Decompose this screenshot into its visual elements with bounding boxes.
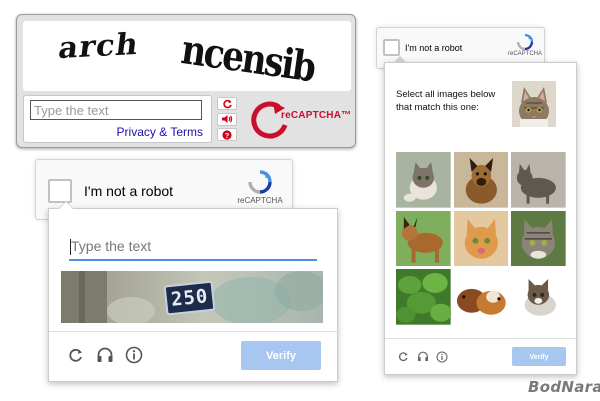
refresh-icon (222, 99, 232, 108)
refresh-button[interactable] (217, 97, 237, 110)
image-tile-guinea-pigs[interactable] (453, 269, 509, 325)
example-cat-image (512, 81, 556, 127)
recaptcha-brand: reCAPTCHA (507, 33, 543, 57)
reload-icon (69, 348, 82, 362)
reload-icon (398, 352, 408, 362)
recaptcha-logo-icon (248, 170, 272, 194)
verify-button[interactable]: Verify (512, 347, 566, 366)
dog-icon (396, 210, 451, 267)
image-tile-cat[interactable] (511, 152, 566, 208)
image-tile-cat[interactable] (396, 152, 451, 208)
image-tile-plant[interactable] (396, 269, 451, 325)
street-number-image: 250 (61, 271, 323, 323)
plant-icon (396, 269, 451, 325)
guinea-pig-icon (453, 269, 509, 325)
headphones-icon (417, 351, 428, 362)
svg-text:?: ? (225, 131, 230, 140)
cat-icon (453, 210, 509, 267)
dog-icon (453, 152, 509, 208)
popup-pointer (393, 56, 407, 63)
image-challenge-popup: Select all images below that match this … (384, 56, 577, 375)
cat-icon (511, 269, 566, 325)
not-robot-label: I'm not a robot (405, 43, 463, 53)
challenge-instruction: Select all images below that match this … (396, 89, 496, 113)
cat-icon (512, 81, 556, 127)
headphones-icon (97, 347, 113, 362)
audio-button[interactable] (217, 112, 237, 126)
info-button[interactable] (124, 345, 144, 365)
house-number-plate: 250 (163, 280, 216, 316)
classic-input-panel: Privacy & Terms (23, 95, 212, 143)
image-tile-cat[interactable] (453, 210, 509, 267)
info-button[interactable] (435, 350, 448, 363)
captcha-distorted-text-image: arch ncensib (23, 21, 351, 93)
captcha-text-input[interactable] (30, 100, 202, 120)
recaptcha-brand: reCAPTCHA (232, 169, 288, 205)
image-tile-dog[interactable] (396, 210, 451, 267)
recaptcha-brand-text: reCAPTCHA (507, 51, 542, 57)
classic-tool-buttons: ? (217, 97, 241, 141)
not-robot-label: I'm not a robot (84, 183, 174, 199)
audio-icon (222, 115, 233, 123)
recaptcha-brand-text: reCAPTCHA (237, 196, 283, 205)
footer-divider (385, 338, 576, 339)
help-button[interactable]: ? (217, 128, 237, 141)
cat-icon (511, 152, 566, 208)
reload-button[interactable] (397, 350, 410, 363)
image-tile-cat[interactable] (511, 269, 566, 325)
not-robot-checkbox[interactable] (383, 39, 400, 56)
watermark: BodNara (528, 378, 600, 396)
recaptcha-classic-logo: reCAPTCHA™ (251, 99, 351, 139)
privacy-terms-link[interactable]: Privacy & Terms (117, 125, 203, 139)
popup-pointer (58, 201, 74, 209)
not-robot-checkbox[interactable] (48, 179, 72, 203)
verify-button[interactable]: Verify (241, 341, 321, 370)
info-icon (435, 350, 448, 363)
recaptcha-logo-icon (516, 33, 534, 51)
image-tile-dog[interactable] (453, 152, 509, 208)
text-challenge-popup: 250 Verify (48, 201, 338, 382)
help-icon: ? (222, 129, 232, 140)
cat-icon (511, 210, 566, 267)
audio-challenge-button[interactable] (416, 350, 429, 363)
image-selection-grid (396, 152, 566, 325)
text-cursor (70, 239, 71, 255)
reload-button[interactable] (66, 345, 86, 365)
challenge-text-input[interactable] (69, 233, 317, 261)
cat-icon (396, 152, 451, 208)
captcha-word: arch (56, 26, 141, 67)
captcha-word: ncensib (178, 25, 318, 93)
info-icon (125, 346, 143, 364)
classic-recaptcha-widget: arch ncensib Privacy & Terms ? (16, 14, 356, 148)
audio-challenge-button[interactable] (95, 345, 115, 365)
recaptcha-logo-text: reCAPTCHA™ (281, 110, 352, 121)
footer-divider (49, 331, 337, 332)
image-tile-cat[interactable] (511, 210, 566, 267)
